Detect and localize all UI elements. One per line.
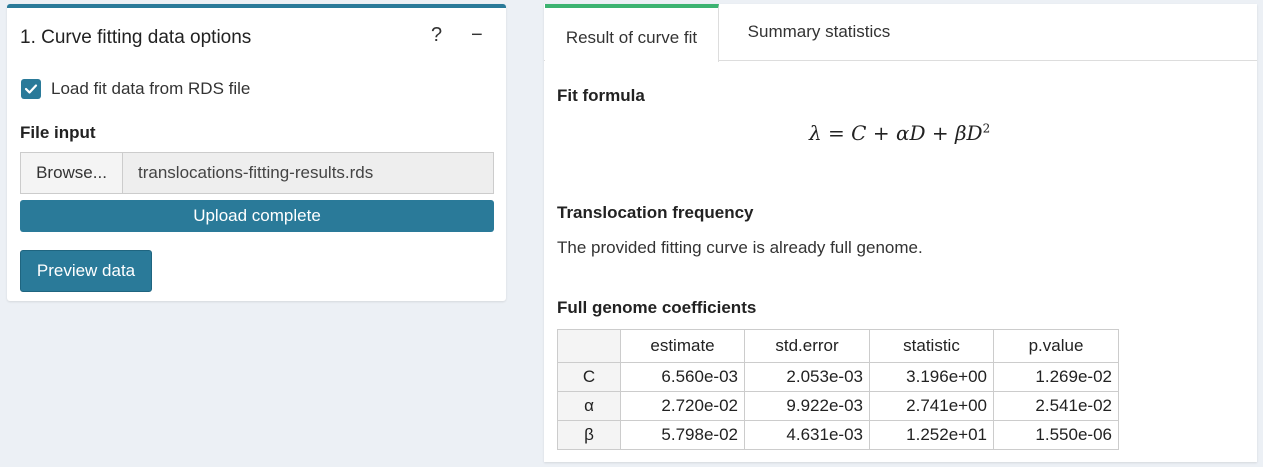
table-cell: 2.053e-03 (744, 362, 870, 392)
load-rds-checkbox[interactable] (21, 79, 41, 99)
table-cell: 3.196e+00 (869, 362, 994, 392)
collapse-icon[interactable]: − (471, 24, 483, 47)
preview-data-button[interactable]: Preview data (20, 250, 152, 292)
table-row: C 6.560e-03 2.053e-03 3.196e+00 1.269e-0… (557, 362, 1119, 392)
browse-button[interactable]: Browse... (20, 152, 122, 194)
tab-result-of-curve-fit[interactable]: Result of curve fit (545, 4, 719, 62)
table-cell: 4.631e-03 (744, 420, 870, 450)
row-name: β (557, 420, 621, 450)
load-rds-checkbox-label[interactable]: Load fit data from RDS file (51, 79, 250, 99)
curve-fitting-options-box: 1. Curve fitting data options ? − Load f… (7, 4, 506, 301)
checkmark-icon (24, 84, 38, 94)
help-icon[interactable]: ? (431, 24, 442, 47)
fit-formula-heading: Fit formula (557, 86, 645, 105)
row-name: α (557, 391, 621, 421)
upload-progress-bar: Upload complete (20, 200, 494, 232)
column-header-p-value: p.value (993, 329, 1119, 363)
translocation-frequency-heading: Translocation frequency (557, 203, 754, 222)
table-header-row: estimate std.error statistic p.value (557, 329, 1119, 363)
tab-summary-statistics[interactable]: Summary statistics (728, 4, 910, 61)
table-cell: 6.560e-03 (620, 362, 745, 392)
column-header-statistic: statistic (869, 329, 994, 363)
fit-formula: λ = C + αD + βD2 (809, 121, 990, 145)
table-cell: 2.541e-02 (993, 391, 1119, 421)
file-input-label: File input (20, 123, 96, 142)
table-corner-cell (557, 329, 621, 363)
file-name-field[interactable]: translocations-fitting-results.rds (122, 152, 494, 194)
row-name: C (557, 362, 621, 392)
translocation-frequency-text: The provided fitting curve is already fu… (557, 238, 923, 257)
table-cell: 5.798e-02 (620, 420, 745, 450)
table-row: α 2.720e-02 9.922e-03 2.741e+00 2.541e-0… (557, 391, 1119, 421)
formula-lhs: λ (809, 121, 822, 145)
column-header-std-error: std.error (744, 329, 870, 363)
coefficients-table: estimate std.error statistic p.value C 6… (557, 329, 1119, 450)
results-box: Result of curve fit Summary statistics F… (544, 4, 1257, 462)
coefficients-heading: Full genome coefficients (557, 298, 757, 317)
table-cell: 1.550e-06 (993, 420, 1119, 450)
tab-bar: Result of curve fit Summary statistics (544, 4, 1257, 62)
table-cell: 1.269e-02 (993, 362, 1119, 392)
table-cell: 2.720e-02 (620, 391, 745, 421)
table-row: β 5.798e-02 4.631e-03 1.252e+01 1.550e-0… (557, 420, 1119, 450)
column-header-estimate: estimate (620, 329, 745, 363)
formula-exponent: 2 (982, 121, 991, 136)
formula-rhs: C + αD + βD (851, 121, 983, 145)
table-cell: 2.741e+00 (869, 391, 994, 421)
box-title: 1. Curve fitting data options (20, 27, 252, 48)
table-cell: 9.922e-03 (744, 391, 870, 421)
formula-eq: = (828, 121, 845, 145)
table-cell: 1.252e+01 (869, 420, 994, 450)
